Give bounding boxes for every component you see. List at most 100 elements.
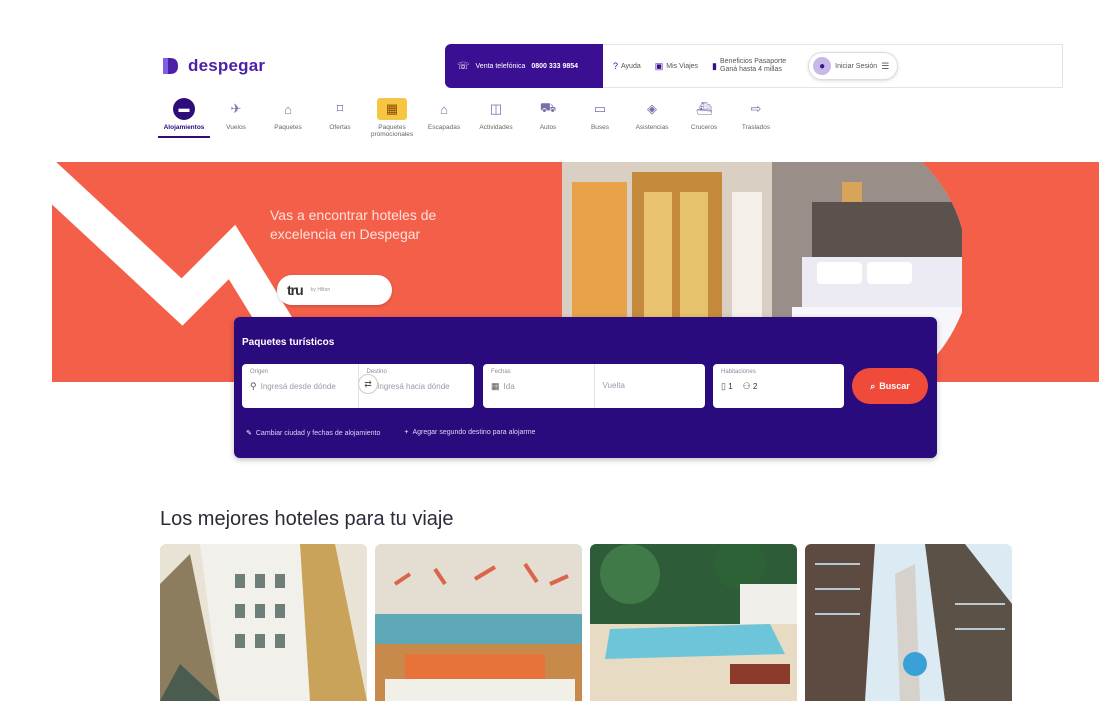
nav-label: Ofertas bbox=[329, 124, 351, 131]
origin-label: Origen bbox=[250, 369, 269, 375]
swap-icon: ⇄ bbox=[364, 378, 372, 389]
search-icon: ⌕ bbox=[870, 380, 876, 391]
nav-label: Buses bbox=[590, 124, 610, 131]
nav-item-asistencias[interactable]: ◈ Asistencias bbox=[626, 98, 678, 138]
departure-date-field[interactable]: Fechas ▦ Ida bbox=[483, 364, 594, 408]
nav-item-actividades[interactable]: ◫ Actividades bbox=[470, 98, 522, 138]
help-icon: ? bbox=[613, 61, 619, 71]
ticket-icon: ◫ bbox=[489, 101, 503, 116]
phone-number: 0800 333 9854 bbox=[531, 62, 579, 70]
shuttle-icon: ⇨ bbox=[750, 101, 762, 116]
nav-item-buses[interactable]: ▭ Buses bbox=[574, 98, 626, 138]
nav-label: Escapadas bbox=[427, 124, 461, 131]
product-nav: ▬ Alojamientos ✈ Vuelos ⌂ Paquetes ⌑ Ofe… bbox=[158, 98, 782, 138]
hotel-photo-building bbox=[160, 544, 367, 701]
origin-field[interactable]: Origen ⚲ Ingresá desde dónde bbox=[242, 364, 358, 408]
tag-icon: ⌑ bbox=[336, 101, 344, 116]
nav-label: Traslados bbox=[741, 124, 771, 131]
option-add-destination[interactable]: + Agregar segundo destino para alojarme bbox=[404, 429, 535, 437]
nav-label: Autos bbox=[539, 124, 557, 131]
guests-label: Habitaciones bbox=[721, 369, 756, 375]
search-options: ✎ Cambiar ciudad y fechas de alojamiento … bbox=[246, 429, 535, 437]
plane-icon: ✈ bbox=[230, 101, 242, 116]
return-placeholder: Vuelta bbox=[602, 381, 625, 390]
nav-label: Alojamientos bbox=[163, 124, 205, 131]
phone-sales-box[interactable]: ☏ Venta telefónica 0800 333 9854 bbox=[445, 44, 603, 88]
location-pin-icon: ⚲ bbox=[250, 381, 257, 391]
nav-item-ofertas[interactable]: ⌑ Ofertas bbox=[314, 98, 366, 138]
person-icon: ⚇ bbox=[742, 381, 751, 391]
people-count: 2 bbox=[752, 382, 758, 391]
my-trips-link[interactable]: ▣ Mis Viajes bbox=[655, 61, 698, 72]
help-link[interactable]: ? Ayuda bbox=[613, 61, 641, 71]
passport-sub: Ganá hasta 4 millas bbox=[720, 66, 782, 73]
hero-partner-badge: tru by Hilton bbox=[277, 275, 392, 305]
edit-icon: ✎ bbox=[246, 430, 252, 437]
phone-icon: ☏ bbox=[457, 60, 470, 72]
hotel-card[interactable] bbox=[160, 544, 367, 701]
destination-label: Destino bbox=[366, 369, 387, 375]
nav-label: Vuelos bbox=[226, 124, 246, 131]
ship-icon: ⛴ bbox=[695, 101, 713, 116]
swap-route-button[interactable]: ⇄ bbox=[358, 374, 378, 394]
suitcase-icon: ▣ bbox=[654, 60, 664, 71]
hero-title: Vas a encontrar hoteles de excelencia en… bbox=[270, 207, 437, 242]
package-icon: ⌂ bbox=[284, 101, 292, 117]
account-label: Iniciar Sesión bbox=[835, 62, 878, 70]
nav-item-cruceros[interactable]: ⛴ Cruceros bbox=[678, 98, 730, 138]
calendar-icon: ▦ bbox=[491, 381, 500, 391]
my-trips-label: Mis Viajes bbox=[666, 62, 699, 70]
search-button[interactable]: ⌕ Buscar bbox=[852, 368, 928, 404]
partner-text: by Hilton bbox=[310, 287, 331, 293]
origin-placeholder: Ingresá desde dónde bbox=[260, 382, 336, 391]
return-date-field[interactable]: Vuelta bbox=[593, 364, 706, 408]
bus-icon: ▭ bbox=[593, 101, 607, 116]
nav-item-paquetes[interactable]: ⌂ Paquetes bbox=[262, 98, 314, 138]
nav-item-paquetes-promocionales[interactable]: ▦ Paquetes promocionales bbox=[366, 98, 418, 138]
option-change-city[interactable]: ✎ Cambiar ciudad y fechas de alojamiento bbox=[246, 429, 380, 437]
hotel-card[interactable] bbox=[375, 544, 582, 701]
hotel-photo-towers bbox=[805, 544, 1012, 701]
dates-label: Fechas bbox=[491, 369, 511, 375]
route-fields: Origen ⚲Ingresá desde dónde Destino ⚲Ing… bbox=[242, 364, 474, 408]
package-search-box: Paquetes turísticos Origen ⚲ Ingresá desd… bbox=[234, 317, 937, 458]
phone-label: Venta telefónica bbox=[475, 62, 526, 70]
nav-label: Asistencias bbox=[635, 124, 669, 131]
home-icon: ⌂ bbox=[440, 101, 448, 117]
car-icon: ⛟ bbox=[539, 100, 557, 115]
nav-item-vuelos[interactable]: ✈ Vuelos bbox=[210, 98, 262, 138]
hotel-photo-pool bbox=[590, 544, 797, 701]
top-links-bar: ? Ayuda ▣ Mis Viajes ▮ Beneficios Pasapo… bbox=[603, 44, 1063, 88]
hotel-card[interactable] bbox=[805, 544, 1012, 701]
nav-label: Actividades bbox=[479, 124, 513, 131]
account-button[interactable]: ● Iniciar Sesión ☰ bbox=[808, 52, 899, 80]
nav-item-alojamientos[interactable]: ▬ Alojamientos bbox=[158, 98, 210, 138]
plus-icon: + bbox=[404, 429, 409, 436]
bed-icon: ▬ bbox=[173, 98, 195, 120]
room-icon: ▯ bbox=[721, 381, 726, 391]
shield-icon: ◈ bbox=[647, 101, 657, 116]
passport-icon: ▮ bbox=[712, 60, 717, 71]
brand-name: despegar bbox=[188, 56, 266, 75]
search-title: Paquetes turísticos bbox=[242, 337, 335, 348]
nav-label: Paquetes bbox=[274, 124, 302, 131]
nav-item-escapadas[interactable]: ⌂ Escapadas bbox=[418, 98, 470, 138]
nav-item-autos[interactable]: ⛟ Autos bbox=[522, 98, 574, 138]
date-fields: Fechas ▦ Ida Vuelta bbox=[483, 364, 705, 408]
brand-logo[interactable]: despegar bbox=[160, 56, 265, 76]
menu-icon: ☰ bbox=[881, 60, 890, 71]
rooms-count: 1 bbox=[728, 382, 733, 391]
nav-item-traslados[interactable]: ⇨ Traslados bbox=[730, 98, 782, 138]
passport-link[interactable]: ▮ Beneficios Pasaporte Ganá hasta 4 mill… bbox=[712, 58, 786, 74]
departure-placeholder: Ida bbox=[503, 382, 515, 391]
nav-label: Cruceros bbox=[690, 124, 718, 131]
hotel-cards bbox=[160, 544, 1012, 701]
section-title: Los mejores hoteles para tu viaje bbox=[160, 508, 454, 530]
guests-field[interactable]: Habitaciones ▯ 1 ⚇ 2 bbox=[713, 364, 844, 408]
despegar-logo-icon bbox=[163, 58, 178, 74]
user-avatar-icon: ● bbox=[813, 57, 832, 75]
hotel-card[interactable] bbox=[590, 544, 797, 701]
nav-label: Paquetes promocionales bbox=[370, 124, 414, 138]
help-link-label: Ayuda bbox=[621, 62, 641, 70]
gift-icon: ▦ bbox=[377, 98, 407, 120]
